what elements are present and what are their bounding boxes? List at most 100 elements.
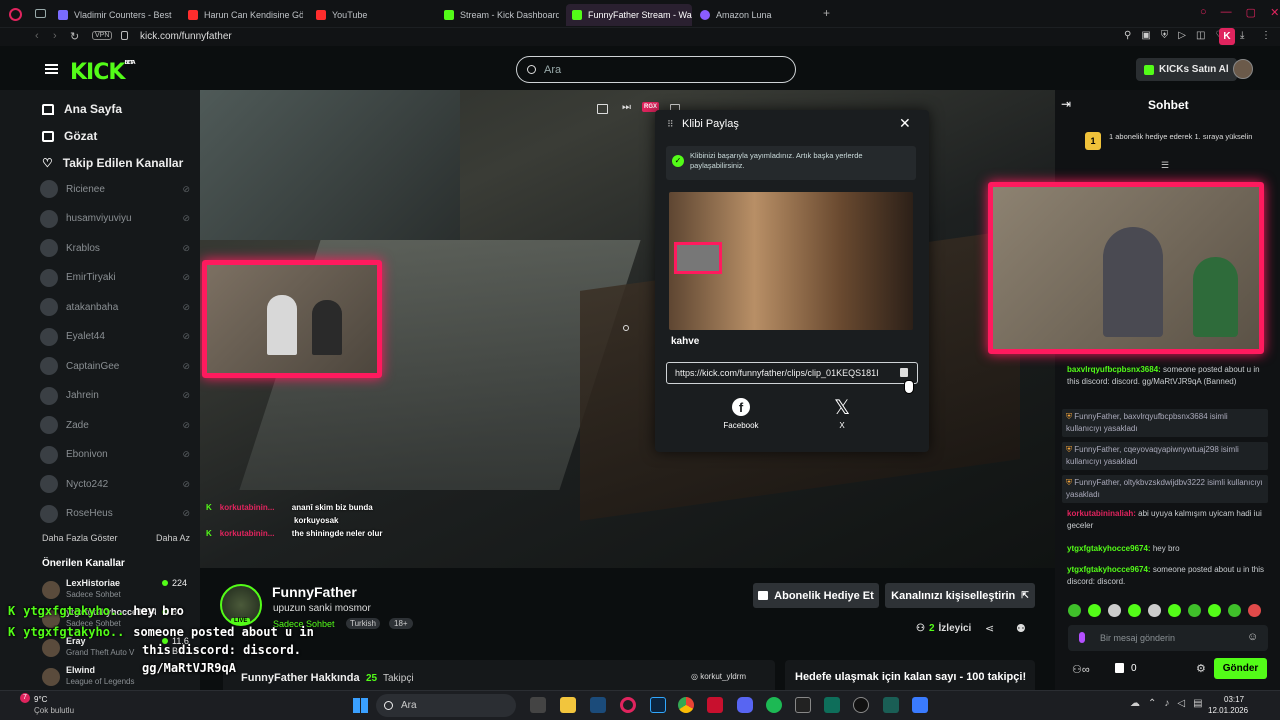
profile-button[interactable]: K — [1219, 28, 1235, 45]
expand-pinned-icon[interactable]: ☰ — [1161, 160, 1169, 171]
chat-message[interactable]: korkutabininaliah: abi uyuya kalmışım uy… — [1067, 508, 1267, 532]
shield-icon[interactable]: ⛨ — [1161, 30, 1169, 41]
sidebar-channel[interactable]: Zade ⊘ — [40, 416, 190, 434]
vpn-badge[interactable]: VPN — [92, 31, 113, 40]
discord-icon[interactable] — [737, 697, 753, 713]
copy-icon[interactable] — [900, 368, 908, 377]
tab-vladimir[interactable]: Vladimir Counters - Best & — [58, 4, 173, 26]
follow-user-icon[interactable]: ⚉ — [1016, 622, 1026, 635]
emote-icon[interactable] — [1108, 604, 1121, 617]
menu-icon[interactable]: ⋮ — [1261, 30, 1271, 41]
tab-amazon-luna[interactable]: Amazon Luna — [700, 4, 800, 26]
browser-logo-icon[interactable] — [9, 8, 22, 21]
gift-sub-button[interactable]: Abonelik Hediye Et — [753, 583, 879, 608]
user-avatar[interactable] — [1233, 59, 1253, 79]
recommended-channel[interactable]: LexHistoriae Sadece Sohbet 224 — [42, 578, 192, 604]
chat-message[interactable]: baxvlrqyufbcpbsnx3684: someone posted ab… — [1067, 364, 1267, 388]
wallet-icon[interactable]: ◫ — [1196, 30, 1205, 41]
clip-url-field[interactable]: https://kick.com/funnyfather/clips/clip_… — [666, 362, 918, 384]
nav-browse[interactable]: Gözat — [42, 129, 97, 143]
tab-kick-dashboard[interactable]: Stream - Kick Dashboard — [444, 4, 559, 26]
emote-icon[interactable] — [1088, 604, 1101, 617]
chat-settings-icon[interactable]: ⚙ — [1196, 662, 1206, 675]
tag-18plus[interactable]: 18+ — [389, 618, 413, 629]
tab-harun[interactable]: Harun Can Kendisine Göre — [188, 4, 303, 26]
chat-username[interactable]: ytgxfgtakyhocce9674: — [1067, 565, 1151, 574]
forward-icon[interactable]: › — [53, 30, 57, 42]
chat-input[interactable]: Bir mesaj gönderin ☺ — [1068, 625, 1268, 651]
tab-youtube[interactable]: YouTube — [316, 4, 426, 26]
chrome-icon[interactable] — [678, 697, 694, 713]
microphone-icon[interactable] — [1079, 632, 1085, 643]
hamburger-menu-icon[interactable] — [45, 64, 58, 74]
reload-icon[interactable]: ↻ — [70, 30, 79, 43]
collapse-chat-icon[interactable]: ⇥ — [1061, 97, 1071, 111]
sidebar-channel[interactable]: Eyalet44 ⊘ — [40, 327, 190, 346]
mic-tray-icon[interactable]: ♪ — [1164, 698, 1169, 709]
sidebar-channel[interactable]: atakanbaha ⊘ — [40, 298, 190, 316]
emoji-icon[interactable]: ☺ — [1247, 631, 1258, 643]
minimize-icon[interactable]: — — [1221, 6, 1232, 19]
clip-thumbnail[interactable] — [669, 192, 913, 330]
share-icon[interactable]: ⋖ — [985, 622, 994, 635]
sidebar-channel[interactable]: Ebonivon ⊘ — [40, 445, 190, 464]
chat-users-icon[interactable]: ⚇∞ — [1072, 663, 1090, 676]
photoshop-icon[interactable] — [650, 697, 666, 713]
chat-message[interactable]: ytgxfgtakyhocce9674: hey bro — [1067, 543, 1267, 555]
new-tab-button[interactable]: + — [823, 6, 830, 20]
show-more-link[interactable]: Daha Fazla Göster — [42, 533, 118, 543]
sidebar-channel[interactable]: husamviyuviyu ⊘ — [40, 209, 190, 228]
player-icon[interactable]: ▷ — [1178, 30, 1186, 41]
emote-icon[interactable] — [1068, 604, 1081, 617]
emote-icon[interactable] — [1188, 604, 1201, 617]
steam-icon[interactable] — [590, 697, 606, 713]
network-icon[interactable]: ▤ — [1193, 698, 1202, 709]
app-icon[interactable] — [853, 697, 869, 713]
tab-funnyfather[interactable]: FunnyFather Stream - Wa — [566, 4, 692, 26]
chat-message[interactable]: ytgxfgtakyhocce9674: someone posted abou… — [1067, 564, 1267, 588]
windows-start-icon[interactable] — [353, 698, 368, 713]
sidebar-channel[interactable]: CaptainGee ⊘ — [40, 357, 190, 375]
emote-icon[interactable] — [1208, 604, 1221, 617]
sidebar-channel[interactable]: RoseHeus ⊘ — [40, 504, 190, 523]
sidebar-channel[interactable]: Jahrein ⊘ — [40, 386, 190, 405]
weather-tray-icon[interactable]: ☁ — [1130, 698, 1140, 709]
back-icon[interactable]: ‹ — [35, 30, 39, 42]
spotify-icon[interactable] — [766, 697, 782, 713]
app-icon[interactable] — [883, 697, 899, 713]
sidebar-channel[interactable]: Nycto242 ⊘ — [40, 475, 190, 493]
download-icon[interactable]: ⤓ — [1240, 30, 1244, 41]
chat-username[interactable]: baxvlrqyufbcpbsnx3684: — [1067, 365, 1161, 374]
snapshot-icon[interactable]: ▣ — [1141, 30, 1150, 41]
send-button[interactable]: Gönder — [1214, 658, 1267, 679]
chat-username[interactable]: ytgxfgtakyhocce9674: — [1067, 544, 1151, 553]
search-tabs-icon[interactable]: ○ — [1200, 6, 1207, 19]
emote-icon[interactable] — [1248, 604, 1261, 617]
app-icon[interactable] — [707, 697, 723, 713]
next-icon[interactable]: ⏭ — [622, 102, 631, 113]
opera-icon[interactable] — [620, 697, 636, 713]
pin-icon[interactable]: ⚲ — [1124, 30, 1131, 41]
maximize-icon[interactable]: ▢ — [1246, 6, 1256, 19]
app-icon[interactable] — [824, 697, 840, 713]
epic-games-icon[interactable] — [795, 697, 811, 713]
pip-icon[interactable] — [597, 104, 608, 114]
instagram-link[interactable]: ◎ korkut_yldrm — [691, 672, 746, 681]
chat-username[interactable]: korkutabininaliah: — [1067, 509, 1136, 518]
emote-icon[interactable] — [1148, 604, 1161, 617]
close-window-icon[interactable]: ✕ — [1270, 6, 1279, 19]
emote-icon[interactable] — [1128, 604, 1141, 617]
customize-channel-button[interactable]: Kanalınızı kişiselleştirin ⇱ — [885, 583, 1035, 608]
emote-icon[interactable] — [1228, 604, 1241, 617]
streamer-name[interactable]: FunnyFather — [272, 584, 357, 600]
show-hidden-icon[interactable]: ⌃ — [1148, 698, 1156, 709]
sidebar-channel[interactable]: Ricienee ⊘ — [40, 180, 190, 198]
close-modal-button[interactable]: ✕ — [899, 115, 911, 132]
buy-kicks-button[interactable]: KICKs Satın Al — [1136, 58, 1237, 81]
file-explorer-icon[interactable] — [560, 697, 576, 713]
share-facebook-button[interactable]: f Facebook — [720, 398, 762, 430]
volume-icon[interactable]: ◁ — [1177, 698, 1185, 709]
tag-turkish[interactable]: Turkish — [346, 618, 380, 629]
task-view-icon[interactable] — [530, 697, 546, 713]
drag-handle-icon[interactable]: ⠿ — [667, 119, 674, 130]
